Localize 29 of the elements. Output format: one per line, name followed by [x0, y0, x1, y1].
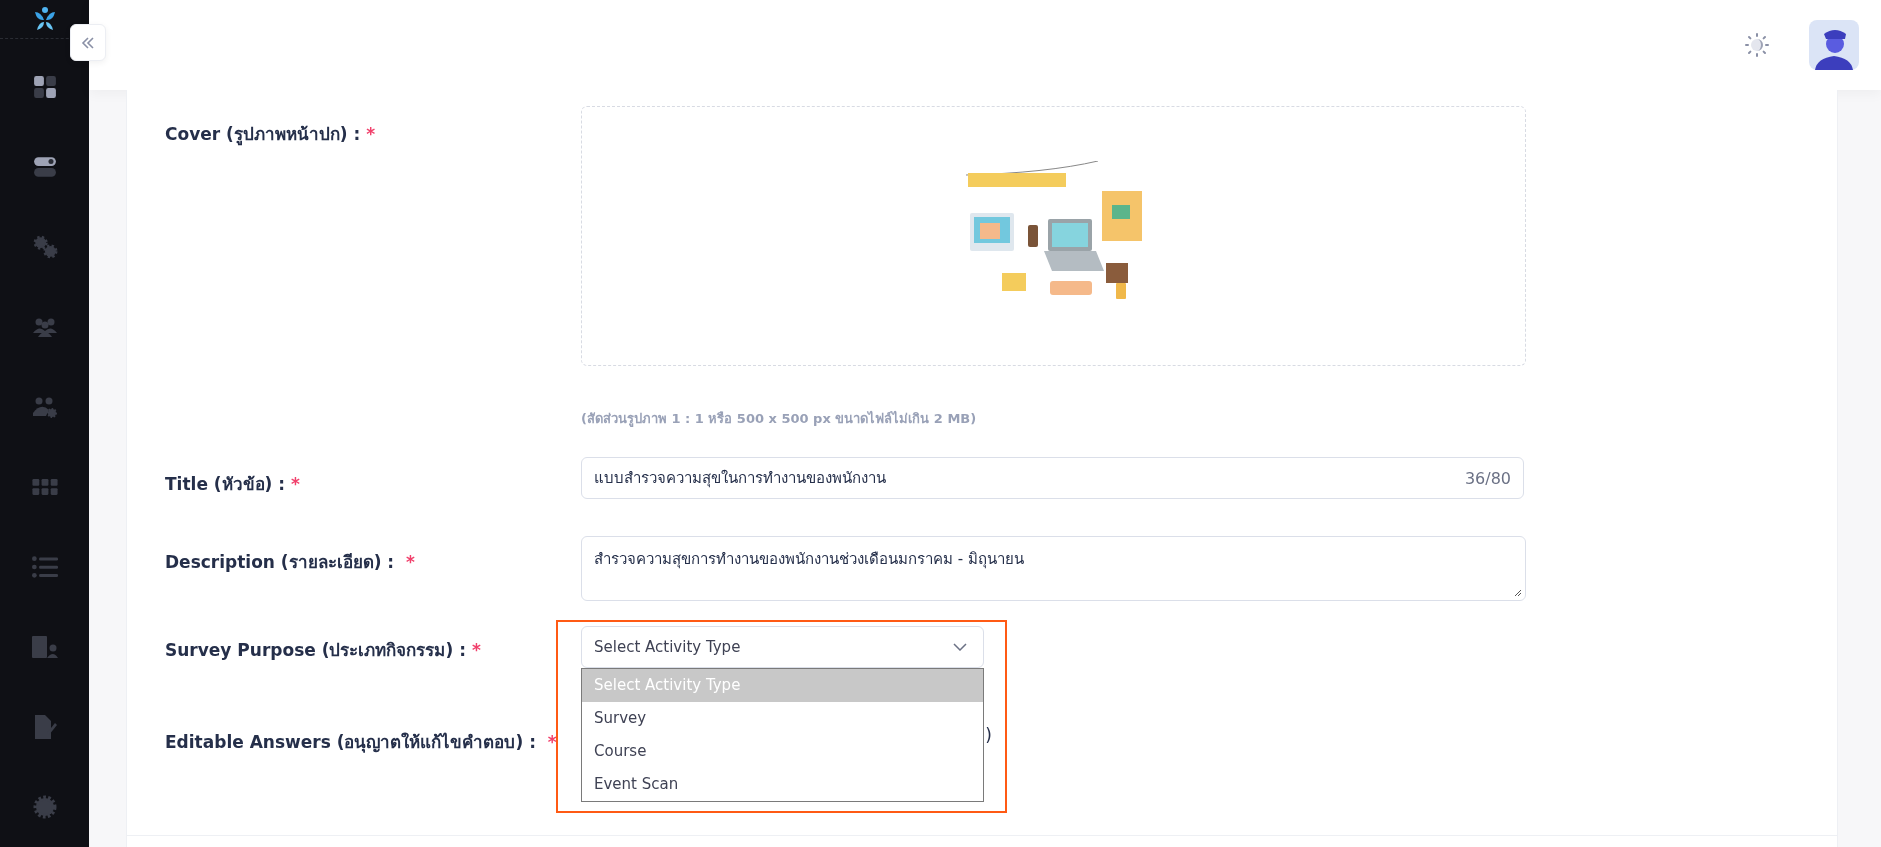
theme-toggle-icon[interactable]: [1745, 33, 1769, 57]
field-label: Description (รายละเอียด) : *: [165, 551, 416, 574]
option-text: ): [985, 725, 992, 747]
field-label: Survey Purpose (ประเภทกิจกรรม) : *: [165, 639, 482, 662]
toggle-icon[interactable]: [31, 155, 58, 179]
dropdown-option[interactable]: Survey: [582, 702, 983, 735]
dropdown-option[interactable]: Course: [582, 735, 983, 768]
field-label: Editable Answers (อนุญาตให้แก้ไขคำตอบ) : *: [165, 731, 558, 755]
gears-icon[interactable]: [31, 235, 58, 259]
users-settings-icon[interactable]: [31, 395, 58, 419]
cover-upload-area[interactable]: [581, 106, 1526, 366]
badge-icon[interactable]: [31, 795, 58, 819]
chevron-down-icon: [953, 643, 967, 651]
resize-handle-icon[interactable]: [1514, 589, 1522, 597]
field-label: Title (หัวข้อ) : *: [165, 472, 301, 496]
dropdown-option[interactable]: Event Scan: [582, 768, 983, 801]
building-user-icon[interactable]: [31, 635, 58, 659]
character-counter: 36/80: [1464, 468, 1511, 488]
title-field[interactable]: แบบสำรวจความสุขในการทำงานของพนักงาน 36/80: [581, 457, 1524, 499]
list-icon[interactable]: [31, 555, 58, 579]
dashboard-icon[interactable]: [31, 75, 58, 99]
grid-icon[interactable]: [31, 479, 58, 495]
avatar[interactable]: [1809, 20, 1859, 70]
double-chevron-left-icon: [81, 35, 95, 50]
collapse-button[interactable]: [70, 24, 106, 61]
activity-type-select[interactable]: Select Activity Type: [581, 626, 984, 668]
upload-hint: (สัดส่วนรูปภาพ 1 : 1 หรือ 500 x 500 px ขนาดไฟล์ไม่เกิน 2 MB): [581, 410, 978, 429]
description-field[interactable]: สำรวจความสุขการทำงานของพนักงานช่วงเดือนมกราคม - มิถุนายน: [581, 536, 1526, 601]
field-label: Cover (รูปภาพหน้าปก) : *: [165, 123, 377, 148]
